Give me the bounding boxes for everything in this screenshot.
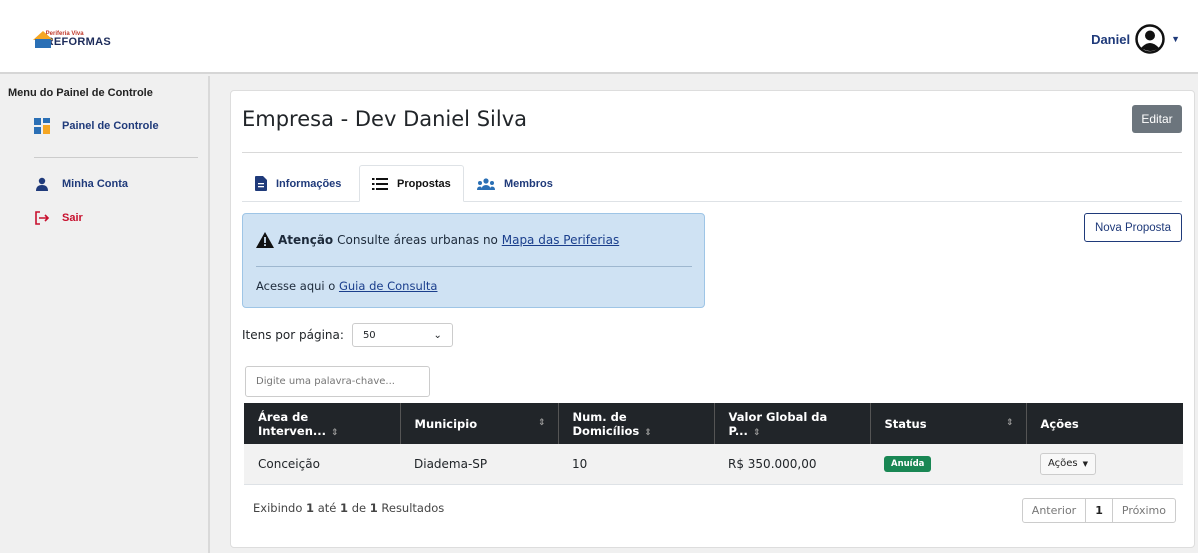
dashboard-icon <box>34 118 50 134</box>
pager-current-page[interactable]: 1 <box>1086 499 1113 522</box>
sidebar-item-label: Painel de Controle <box>62 120 159 132</box>
caret-down-icon: ▼ <box>1082 459 1089 468</box>
sidebar-item-minha-conta[interactable]: Minha Conta <box>34 176 128 192</box>
pager-prev[interactable]: Anterior <box>1023 499 1087 522</box>
cell-domicilios: 10 <box>558 444 714 485</box>
guide-link[interactable]: Guia de Consulta <box>339 279 438 293</box>
top-navbar: Periferia Viva REFORMAS Daniel ▼ <box>0 0 1198 74</box>
cell-valor: R$ 350.000,00 <box>714 444 870 485</box>
logout-icon <box>34 210 50 226</box>
warning-icon <box>256 232 274 248</box>
sort-icon: ⇕ <box>1005 418 1014 428</box>
cell-municipio: Diadema-SP <box>400 444 558 485</box>
per-page-label: Itens por página: <box>242 328 344 342</box>
brand-line2: REFORMAS <box>45 35 111 48</box>
tab-bar: Informações Propostas Membros <box>242 165 1182 202</box>
sidebar-item-label: Minha Conta <box>62 178 128 190</box>
table-row[interactable]: Conceição Diadema-SP 10 R$ 350.000,00 An… <box>244 444 1183 485</box>
column-header: Ações <box>1040 416 1079 431</box>
user-name: Daniel <box>1091 31 1131 47</box>
per-page-value: 50 <box>362 329 376 341</box>
actions-dropdown-button[interactable]: Ações ▼ <box>1040 452 1097 475</box>
page-title: Empresa - Dev Daniel Silva <box>242 107 527 131</box>
user-avatar-icon <box>1135 24 1165 54</box>
pager-next[interactable]: Próximo <box>1113 499 1175 522</box>
list-icon <box>372 177 388 190</box>
sidebar-item-label: Sair <box>62 212 83 224</box>
tab-propostas[interactable]: Propostas <box>359 165 464 202</box>
company-card: Empresa - Dev Daniel Silva Editar Inform… <box>230 90 1195 548</box>
tab-membros[interactable]: Membros <box>477 165 553 202</box>
sort-icon: ⇕ <box>752 427 761 438</box>
sidebar-item-painel[interactable]: Painel de Controle <box>34 118 159 134</box>
tab-label: Informações <box>276 177 342 190</box>
alert-text: Consulte áreas urbanas no <box>337 233 498 247</box>
column-header[interactable]: Status ⇕ <box>870 403 1027 444</box>
sidebar-title: Menu do Painel de Controle <box>8 87 153 99</box>
results-summary: Exibindo 1 até 1 de 1 Resultados <box>253 501 445 515</box>
user-menu[interactable]: Daniel ▼ <box>1091 24 1180 54</box>
alert-text-2: Acesse aqui o <box>256 279 336 293</box>
column-header[interactable]: Valor Global da P... ⇕ <box>714 403 871 444</box>
column-header[interactable]: Num. de Domicílios ⇕ <box>558 403 715 444</box>
document-icon <box>255 176 267 191</box>
chevron-down-icon: ▼ <box>1171 34 1180 44</box>
alert-strong: Atenção <box>278 233 334 247</box>
pagination: Anterior 1 Próximo <box>1021 498 1176 523</box>
tab-label: Propostas <box>397 177 451 190</box>
divider <box>242 152 1182 153</box>
table-header-row: Área de Interven... ⇕ Municipio ⇕ Num. de … <box>244 403 1183 444</box>
info-alert: Atenção Consulte áreas urbanas no Mapa d… <box>242 213 705 308</box>
tab-informacoes[interactable]: Informações <box>251 165 345 202</box>
alert-divider <box>256 266 692 267</box>
user-icon <box>34 176 50 192</box>
cell-area: Conceição <box>244 444 400 485</box>
tab-label: Membros <box>504 177 553 190</box>
sidebar: Menu do Painel de Controle Painel de Con… <box>0 76 210 553</box>
sidebar-divider <box>34 157 198 158</box>
per-page-control: Itens por página: 50 ⌄ <box>242 323 453 347</box>
sort-icon: ⇕ <box>537 418 546 428</box>
chevron-down-icon: ⌄ <box>433 329 442 341</box>
sidebar-item-sair[interactable]: Sair <box>34 210 83 226</box>
users-icon <box>477 177 495 190</box>
status-badge: Anuída <box>884 456 932 473</box>
edit-button[interactable]: Editar <box>1132 105 1182 133</box>
proposals-table: Área de Interven... ⇕ Municipio ⇕ Num. de … <box>244 403 1183 485</box>
sort-icon: ⇕ <box>331 427 339 438</box>
column-header[interactable]: Área de Interven... ⇕ <box>244 403 401 444</box>
actions-label: Ações <box>1048 458 1078 470</box>
sort-icon: ⇕ <box>644 427 652 438</box>
house-logo-icon <box>33 29 53 49</box>
search-input[interactable] <box>245 366 430 397</box>
per-page-select[interactable]: 50 ⌄ <box>351 323 453 347</box>
new-proposal-button[interactable]: Nova Proposta <box>1084 213 1182 242</box>
map-link[interactable]: Mapa das Periferias <box>502 233 619 247</box>
brand-logo[interactable]: Periferia Viva REFORMAS <box>33 28 111 50</box>
column-header[interactable]: Municipio ⇕ <box>400 403 559 444</box>
